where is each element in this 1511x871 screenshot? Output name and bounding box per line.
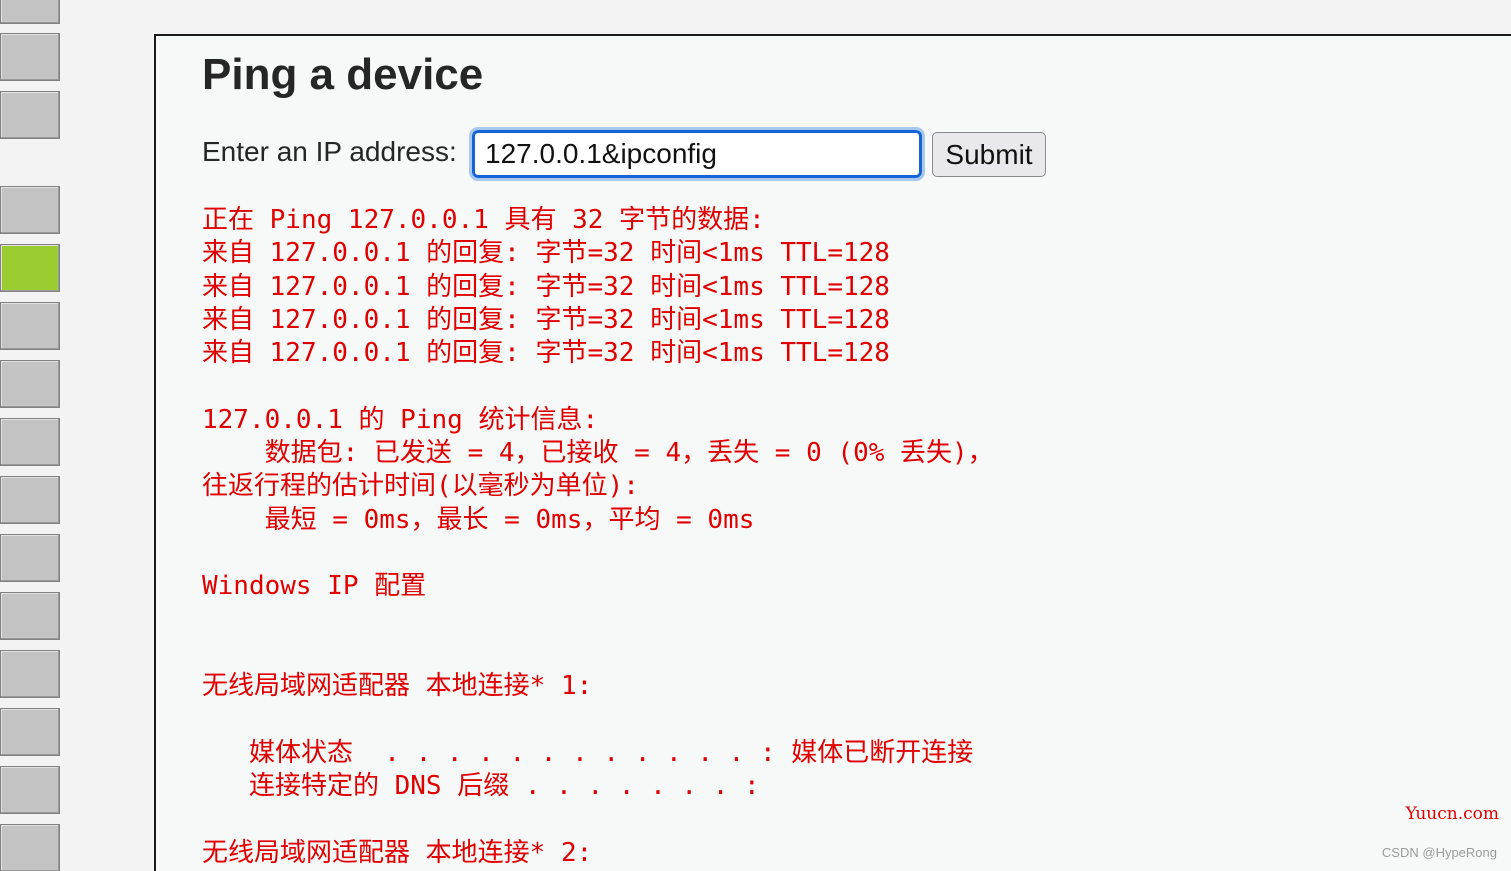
output-line: Windows IP 配置 (202, 571, 427, 602)
side-menu-item[interactable] (0, 650, 60, 698)
ip-address-input[interactable] (469, 127, 925, 181)
page-title: Ping a device (202, 50, 484, 99)
side-menu-item[interactable] (0, 766, 60, 814)
ping-output: 正在 Ping 127.0.0.1 具有 32 字节的数据: 来自 127.0.… (202, 204, 994, 870)
side-menu-item[interactable] (0, 0, 60, 24)
side-menu (0, 0, 62, 871)
output-line: 最短 = 0ms，最长 = 0ms，平均 = 0ms (202, 504, 755, 535)
page: Ping a device Enter an IP address: Submi… (0, 0, 1511, 871)
side-menu-item[interactable] (0, 592, 60, 640)
output-line: 127.0.0.1 的 Ping 统计信息: (202, 404, 599, 435)
main-content: Ping a device Enter an IP address: Submi… (154, 34, 1511, 871)
side-menu-item[interactable] (0, 476, 60, 524)
output-line: 数据包: 已发送 = 4，已接收 = 4，丢失 = 0 (0% 丢失)， (202, 438, 994, 469)
output-line: 无线局域网适配器 本地连接* 1: (202, 671, 593, 702)
submit-button[interactable]: Submit (932, 132, 1046, 177)
watermark-author: CSDN @HypeRong (1381, 845, 1497, 860)
side-menu-item[interactable] (0, 418, 60, 466)
output-line: 媒体状态 . . . . . . . . . . . . : 媒体已断开连接 (202, 737, 974, 768)
side-menu-item[interactable] (0, 91, 60, 139)
ip-address-label: Enter an IP address: (202, 136, 457, 167)
output-line: 来自 127.0.0.1 的回复: 字节=32 时间<1ms TTL=128 (202, 238, 890, 269)
output-line: 来自 127.0.0.1 的回复: 字节=32 时间<1ms TTL=128 (202, 271, 890, 302)
output-line: 正在 Ping 127.0.0.1 具有 32 字节的数据: (202, 205, 765, 235)
side-menu-item[interactable] (0, 360, 60, 408)
output-line: 往返行程的估计时间(以毫秒为单位): (202, 471, 639, 502)
output-line: 来自 127.0.0.1 的回复: 字节=32 时间<1ms TTL=128 (202, 338, 890, 369)
side-menu-item[interactable] (0, 708, 60, 756)
side-menu-item[interactable] (0, 33, 60, 81)
side-menu-item[interactable] (0, 186, 60, 234)
side-menu-item-active[interactable] (0, 244, 60, 292)
watermark-site: Yuucn.com (1405, 804, 1499, 824)
side-menu-item[interactable] (0, 824, 60, 871)
output-line: 来自 127.0.0.1 的回复: 字节=32 时间<1ms TTL=128 (202, 304, 890, 335)
output-line: 连接特定的 DNS 后缀 . . . . . . . : (202, 771, 760, 802)
side-menu-item[interactable] (0, 534, 60, 582)
side-menu-item[interactable] (0, 302, 60, 350)
output-line: 无线局域网适配器 本地连接* 2: (202, 837, 593, 868)
